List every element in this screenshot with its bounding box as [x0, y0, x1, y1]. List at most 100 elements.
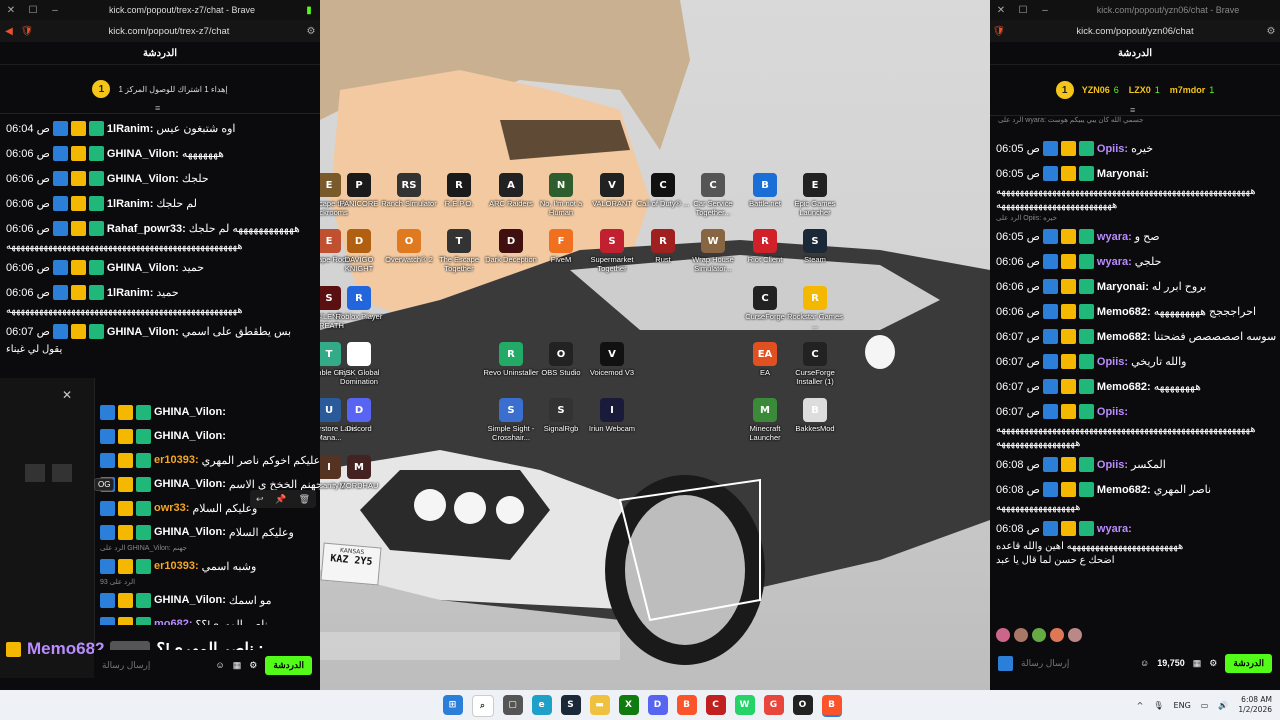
- task-view-icon[interactable]: ▢: [502, 695, 523, 715]
- username[interactable]: Opiis:: [1097, 143, 1128, 155]
- volume-icon[interactable]: 🔊: [1218, 701, 1228, 710]
- chat-message[interactable]: 06:04 ص 1lRanim: اوه شتبغون عيس: [0, 116, 320, 141]
- gift-icon[interactable]: ▦: [233, 660, 242, 671]
- settings-icon[interactable]: ⚙: [249, 660, 257, 671]
- chat-message[interactable]: 06:07 ص Opiis:: [990, 399, 1280, 424]
- chat-message[interactable]: 06:06 ص GHINA_Vilon: هههههههه: [0, 141, 320, 166]
- pin-icon[interactable]: 📌: [275, 494, 286, 505]
- settings-icon[interactable]: ⚙: [1262, 26, 1280, 37]
- username[interactable]: 1lRanim:: [107, 198, 153, 210]
- maximize-icon[interactable]: ☐: [1012, 5, 1034, 16]
- steam-icon[interactable]: S: [560, 695, 581, 715]
- username[interactable]: Memo682:: [1097, 484, 1151, 496]
- desktop-icon[interactable]: R Roblox Player: [330, 286, 388, 321]
- username[interactable]: Memo682:: [1097, 331, 1151, 343]
- delete-icon[interactable]: 🗑: [299, 494, 310, 505]
- chat-message[interactable]: er10393:سلام عليكم اخوكم ناصر المهري: [94, 448, 320, 472]
- settings-icon[interactable]: ⚙: [302, 26, 320, 37]
- pinned-gift-banner[interactable]: 1 إهداء 1 اشتراك للوصول المركز 1 ≡: [0, 65, 320, 114]
- action-box-2[interactable]: [52, 464, 72, 482]
- emote-icon[interactable]: [1032, 628, 1046, 642]
- username[interactable]: er10393:: [154, 454, 199, 466]
- desktop-icon[interactable]: I Iriun Webcam: [583, 398, 641, 433]
- username[interactable]: GHINA_Vilon:: [154, 594, 226, 606]
- reply-icon[interactable]: ↩: [256, 494, 264, 505]
- username[interactable]: Memo682:: [1097, 381, 1151, 393]
- minimize-icon[interactable]: –: [1034, 5, 1056, 16]
- username[interactable]: Opiis:: [1097, 459, 1128, 471]
- whatsapp-icon[interactable]: W: [734, 695, 755, 715]
- brave-shield-icon[interactable]: 🛡: [18, 26, 36, 37]
- chat-message[interactable]: 06:05 ص Maryonai:: [990, 161, 1280, 186]
- edge-icon[interactable]: e: [531, 695, 552, 715]
- desktop-icon[interactable]: E Epic Games Launcher: [786, 173, 844, 217]
- chat-send-button[interactable]: الدردشة: [265, 655, 312, 675]
- desktop-icon[interactable]: S SignalRgb: [532, 398, 590, 433]
- desktop-icon[interactable]: S Supermarket Together: [583, 229, 641, 273]
- leader-entry[interactable]: LZX0 1: [1129, 85, 1160, 95]
- username[interactable]: GHINA_Vilon:: [107, 326, 179, 338]
- username[interactable]: Memo682:: [1097, 306, 1151, 318]
- desktop-icon[interactable]: M MORDHAU: [330, 455, 388, 490]
- username[interactable]: wyara:: [1097, 523, 1132, 535]
- username[interactable]: wyara:: [1097, 256, 1132, 268]
- language-indicator[interactable]: ENG: [1174, 701, 1191, 710]
- username[interactable]: GHINA_Vilon:: [154, 478, 226, 490]
- desktop-icon[interactable]: V Voicemod V3: [583, 342, 641, 377]
- username[interactable]: 1lRanim:: [107, 287, 153, 299]
- username[interactable]: Maryonai:: [1097, 281, 1149, 293]
- desktop-icon[interactable]: R RiSK Global Domination: [330, 342, 388, 386]
- brave-active-icon[interactable]: B: [821, 695, 842, 717]
- desktop-icon[interactable]: C CurseForge Installer (1): [786, 342, 844, 386]
- emote-icon[interactable]: [996, 628, 1010, 642]
- username[interactable]: Opiis:: [1097, 356, 1128, 368]
- url-text[interactable]: kick.com/popout/trex-z7/chat: [36, 26, 302, 37]
- username[interactable]: GHINA_Vilon:: [107, 262, 179, 274]
- username[interactable]: GHINA_Vilon:: [154, 526, 226, 538]
- username[interactable]: GHINA_Vilon:: [107, 173, 179, 185]
- chat-message[interactable]: 06:07 ص Opiis: والله تاريخي: [990, 349, 1280, 374]
- emoji-icon[interactable]: ☺: [1140, 658, 1149, 668]
- close-icon[interactable]: ✕: [990, 5, 1012, 16]
- chat-message[interactable]: 06:06 ص Memo682: احراجججج هههههههههه: [990, 299, 1280, 324]
- username[interactable]: owr33:: [154, 502, 189, 514]
- chat-message[interactable]: 06:08 ص Memo682: ناصر المهري: [990, 477, 1280, 502]
- maximize-icon[interactable]: ☐: [22, 5, 44, 16]
- close-icon[interactable]: ✕: [0, 5, 22, 16]
- username[interactable]: Opiis:: [1097, 406, 1128, 418]
- desktop-icon[interactable]: T The Escape Together: [430, 229, 488, 273]
- chat-message[interactable]: GHINA_Vilon:: [94, 424, 320, 448]
- chat-message[interactable]: GHINA_Vilon: وعليكم السلام: [94, 520, 320, 544]
- desktop-icon[interactable]: W Wrap House Simulator...: [684, 229, 742, 273]
- brave-icon[interactable]: B: [676, 695, 697, 715]
- obs-icon[interactable]: O: [792, 695, 813, 715]
- chat-message[interactable]: GHINA_Vilon: مو اسمك: [94, 588, 320, 612]
- username[interactable]: Rahaf_powr33:: [107, 223, 186, 235]
- settings-icon[interactable]: ⚙: [1209, 658, 1217, 669]
- leaderboard-banner[interactable]: 1 YZN06 6 LZX0 1 m7mdor 1 ≡: [990, 65, 1280, 116]
- leader-entry[interactable]: YZN06 6: [1082, 85, 1119, 95]
- minimize-icon[interactable]: –: [44, 5, 66, 16]
- desktop-icon[interactable]: O OBS Studio: [532, 342, 590, 377]
- emote-icon[interactable]: [1014, 628, 1028, 642]
- emoji-icon[interactable]: ☺: [216, 660, 225, 670]
- chat-message[interactable]: 06:08 ص Opiis: المكسر: [990, 452, 1280, 477]
- chat-message[interactable]: 06:06 ص Maryonai: بروح ابرر له: [990, 274, 1280, 299]
- username[interactable]: GHINA_Vilon:: [154, 406, 226, 418]
- clock[interactable]: 6:08 AM 1/2/2026: [1238, 695, 1272, 715]
- chat-message[interactable]: 06:06 ص 1lRanim: لم حلجك: [0, 191, 320, 216]
- emote-icon[interactable]: [1068, 628, 1082, 642]
- chat-message[interactable]: 06:07 ص Memo682: سوسه اصصصصص فضحتنا: [990, 324, 1280, 349]
- xbox-icon[interactable]: X: [618, 695, 639, 715]
- desktop-icon[interactable]: V VALORANT: [583, 173, 641, 208]
- action-box-1[interactable]: [25, 464, 45, 482]
- desktop-icon[interactable]: C Car Service Together...: [684, 173, 742, 217]
- emote-icon[interactable]: [1050, 628, 1064, 642]
- desktop-icon[interactable]: N No, I'm not a Human: [532, 173, 590, 217]
- brave-shield-icon[interactable]: 🛡: [990, 26, 1008, 37]
- desktop-icon[interactable]: B BakkesMod: [786, 398, 844, 433]
- mic-icon[interactable]: 🎙: [1153, 701, 1163, 710]
- chat-send-button[interactable]: الدردشة: [1225, 653, 1272, 673]
- chrome-icon[interactable]: G: [763, 695, 784, 715]
- chat-message[interactable]: 06:07 ص GHINA_Vilon: بس يطقطق على اسمي: [0, 319, 320, 344]
